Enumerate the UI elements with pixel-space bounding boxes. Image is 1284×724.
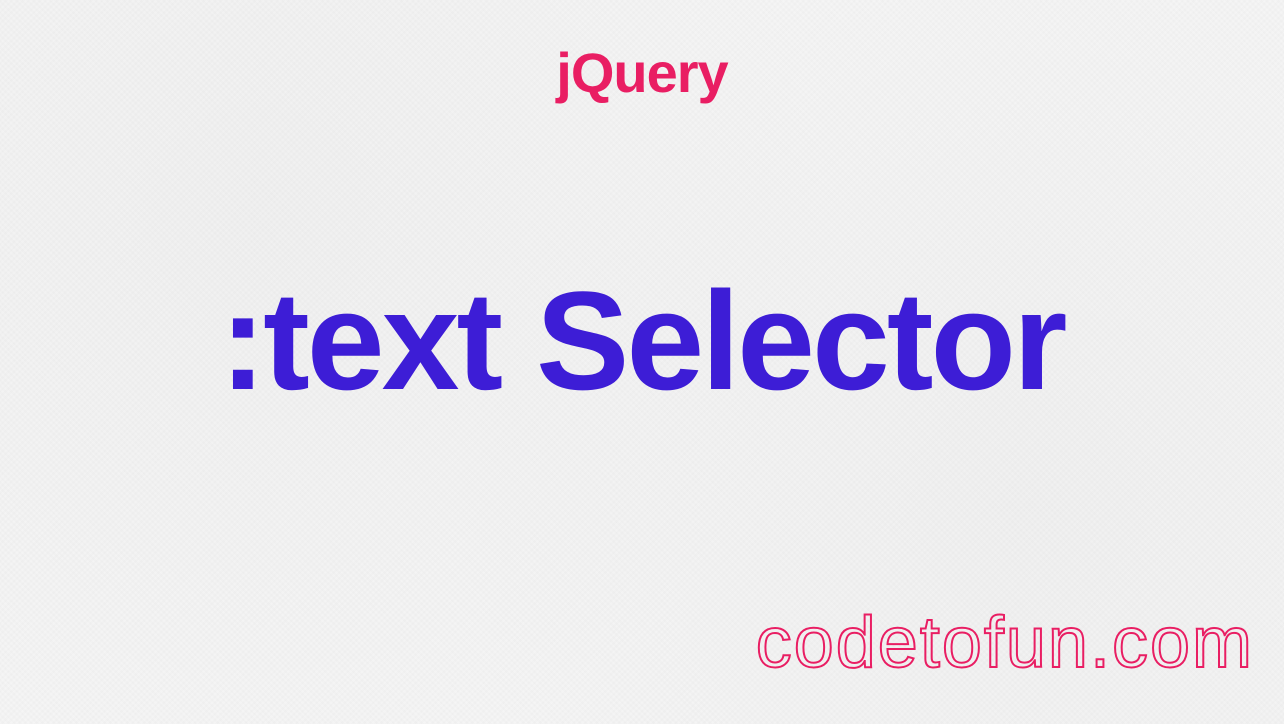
main-title: :text Selector xyxy=(0,260,1284,422)
website-branding: codetofun.com xyxy=(756,602,1254,684)
header-title: jQuery xyxy=(556,40,727,105)
